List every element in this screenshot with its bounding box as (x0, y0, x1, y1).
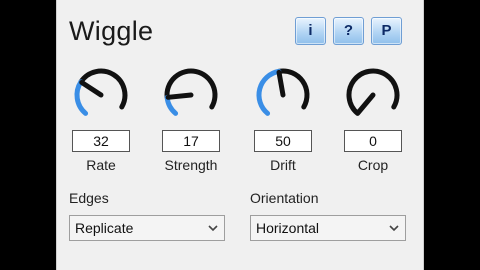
crop-label: Crop (357, 157, 389, 173)
strength-label: Strength (164, 157, 218, 173)
edges-label: Edges (69, 190, 109, 206)
knob-track-arc (346, 68, 400, 116)
help-button[interactable]: ? (333, 17, 364, 45)
strength-knob-dial (164, 68, 218, 116)
knob-pointer (165, 92, 194, 100)
knob-pointer (355, 92, 376, 116)
drift-knob-dial (256, 68, 310, 116)
rate-knob-dial (74, 68, 128, 116)
orientation-selected-value: Horizontal (256, 220, 320, 236)
chevron-down-icon (208, 225, 218, 232)
edges-dropdown[interactable]: Replicate (69, 215, 225, 241)
wiggle-effect-panel: Wiggle i ? P 32 Rate 17 Strength 50 Drif… (56, 0, 424, 270)
rate-value-field[interactable]: 32 (72, 130, 130, 152)
orientation-label: Orientation (250, 190, 319, 206)
rate-knob[interactable] (69, 67, 133, 123)
knob-value-arc (256, 68, 282, 116)
knob-track-arc (164, 68, 218, 110)
crop-knob-dial (346, 68, 400, 116)
chevron-down-icon (389, 225, 399, 232)
strength-value-field[interactable]: 17 (162, 130, 220, 152)
crop-knob[interactable] (341, 67, 405, 123)
knob-pointer (276, 69, 286, 98)
orientation-dropdown[interactable]: Horizontal (250, 215, 406, 241)
rate-label: Rate (86, 157, 116, 173)
preset-button[interactable]: P (371, 17, 402, 45)
crop-value-field[interactable]: 0 (344, 130, 402, 152)
knob-value-arc (164, 94, 179, 116)
effect-title: Wiggle (69, 16, 154, 46)
drift-value-field[interactable]: 50 (254, 130, 312, 152)
drift-label: Drift (270, 157, 296, 173)
knob-pointer (79, 79, 104, 98)
edges-selected-value: Replicate (75, 220, 134, 236)
info-button[interactable]: i (295, 17, 326, 45)
strength-knob[interactable] (159, 67, 223, 123)
drift-knob[interactable] (251, 67, 315, 123)
